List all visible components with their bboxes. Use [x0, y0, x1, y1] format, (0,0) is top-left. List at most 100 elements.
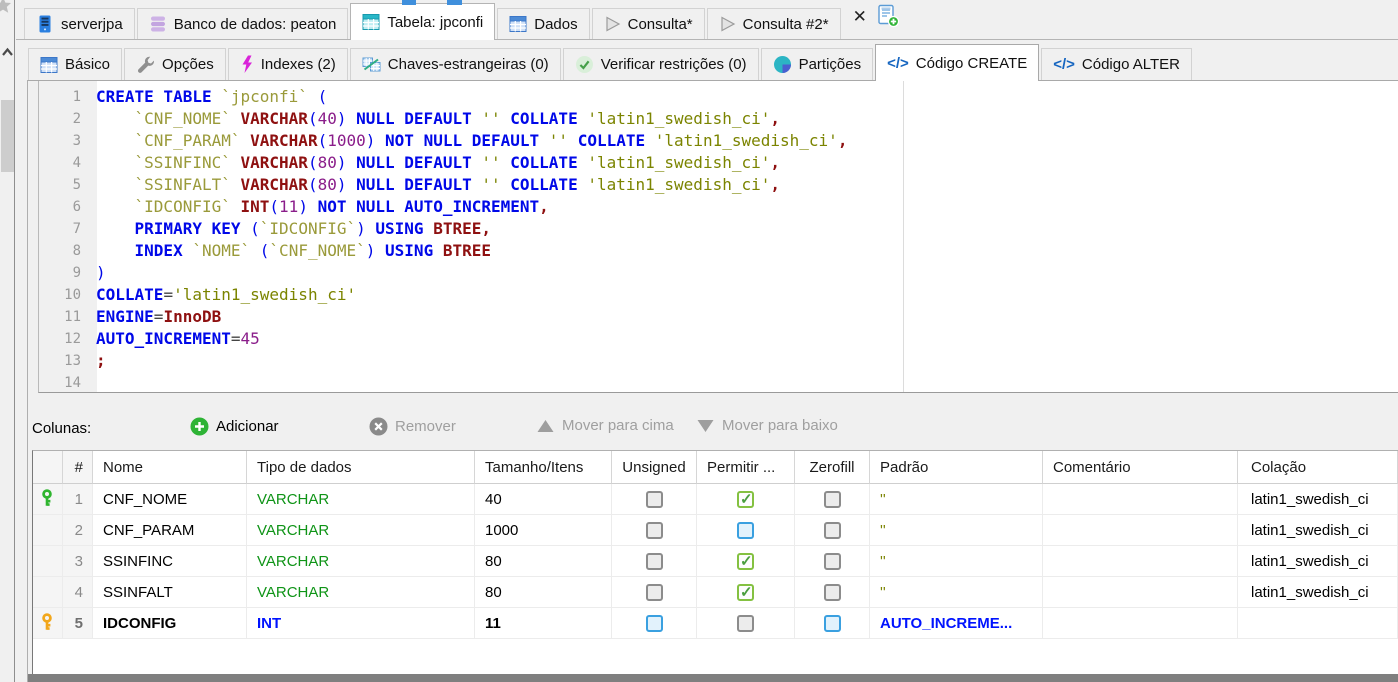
allow-null-checkbox[interactable] [737, 615, 754, 632]
grid-row-ssinfalt[interactable]: 4SSINFALTVARCHAR80''latin1_swedish_ci [33, 577, 1398, 608]
tab-banco-de-dados-peaton[interactable]: Banco de dados: peaton [137, 8, 349, 39]
column-header-[interactable]: # [63, 451, 93, 484]
tab-indexes-2[interactable]: Indexes (2) [228, 48, 348, 80]
column-name-cell[interactable]: CNF_PARAM [93, 515, 247, 546]
grid-row-cnf-nome[interactable]: 1CNF_NOMEVARCHAR40''latin1_swedish_ci [33, 484, 1398, 515]
new-query-tab-button[interactable] [876, 4, 900, 33]
column-header-tamanho-itens[interactable]: Tamanho/Itens [475, 451, 612, 484]
grid-row-idconfig[interactable]: 5IDCONFIGINT11AUTO_INCREME... [33, 608, 1398, 639]
mover-para-baixo-button[interactable]: Mover para baixo [696, 417, 838, 434]
column-header-padr-o[interactable]: Padrão [870, 451, 1043, 484]
scroll-up-arrow-icon[interactable] [1, 44, 14, 62]
grid-row-cnf-param[interactable]: 2CNF_PARAMVARCHAR1000''latin1_swedish_ci [33, 515, 1398, 546]
unsigned-checkbox[interactable] [646, 522, 663, 539]
code-line-8[interactable]: 8 INDEX `NOME` (`CNF_NOME`) USING BTREE [39, 240, 1398, 262]
column-name-cell[interactable]: SSINFALT [93, 577, 247, 608]
column-name-cell[interactable]: SSINFINC [93, 546, 247, 577]
tab-consulta[interactable]: Consulta* [592, 8, 705, 39]
code-line-7[interactable]: 7 PRIMARY KEY (`IDCONFIG`) USING BTREE, [39, 218, 1398, 240]
tab-verificar-restri-es-0[interactable]: Verificar restrições (0) [563, 48, 759, 80]
code-line-5[interactable]: 5 `SSINFALT` VARCHAR(80) NULL DEFAULT ''… [39, 174, 1398, 196]
zerofill-checkbox[interactable] [824, 584, 841, 601]
datatype-cell[interactable]: VARCHAR [247, 577, 475, 608]
default-cell[interactable]: '' [870, 577, 1043, 608]
code-line-2[interactable]: 2 `CNF_NOME` VARCHAR(40) NULL DEFAULT ''… [39, 108, 1398, 130]
column-name-cell[interactable]: IDCONFIG [93, 608, 247, 639]
code-line-6[interactable]: 6 `IDCONFIG` INT(11) NOT NULL AUTO_INCRE… [39, 196, 1398, 218]
allow-null-checkbox[interactable] [737, 491, 754, 508]
code-line-10[interactable]: 10COLLATE='latin1_swedish_ci' [39, 284, 1398, 306]
code-line-3[interactable]: 3 `CNF_PARAM` VARCHAR(1000) NOT NULL DEF… [39, 130, 1398, 152]
tab-tabela-jpconfi[interactable]: Tabela: jpconfi [350, 3, 495, 40]
unsigned-checkbox[interactable] [646, 491, 663, 508]
tab-serverjpa[interactable]: serverjpa [24, 8, 135, 39]
tab-op-es[interactable]: Opções [124, 48, 226, 80]
comment-cell[interactable] [1043, 546, 1238, 577]
zerofill-checkbox[interactable] [824, 491, 841, 508]
default-cell[interactable]: '' [870, 484, 1043, 515]
column-header-permitir[interactable]: Permitir ... [697, 451, 795, 484]
unsigned-checkbox[interactable] [646, 584, 663, 601]
tab-dados[interactable]: Dados [497, 8, 589, 39]
column-header-icon[interactable] [33, 451, 63, 484]
tab-chaves-estrangeiras-0[interactable]: Chaves-estrangeiras (0) [350, 48, 561, 80]
default-cell[interactable]: AUTO_INCREME... [870, 608, 1043, 639]
comment-cell[interactable] [1043, 484, 1238, 515]
unsigned-checkbox[interactable] [646, 553, 663, 570]
column-header-unsigned[interactable]: Unsigned [612, 451, 697, 484]
sql-editor[interactable]: 1CREATE TABLE `jpconfi` (2 `CNF_NOME` VA… [38, 81, 1398, 393]
mover-para-cima-button[interactable]: Mover para cima [536, 417, 674, 434]
collation-cell[interactable]: latin1_swedish_ci [1238, 484, 1398, 515]
adicionar-button[interactable]: Adicionar [190, 417, 279, 436]
zerofill-checkbox[interactable] [824, 615, 841, 632]
zerofill-checkbox[interactable] [824, 553, 841, 570]
size-cell[interactable]: 80 [475, 546, 612, 577]
close-tab-button[interactable]: ✕ [841, 7, 876, 33]
code-line-4[interactable]: 4 `SSINFINC` VARCHAR(80) NULL DEFAULT ''… [39, 152, 1398, 174]
code-line-1[interactable]: 1CREATE TABLE `jpconfi` ( [39, 86, 1398, 108]
zerofill-checkbox[interactable] [824, 522, 841, 539]
tab-c-digo-alter[interactable]: </>Código ALTER [1041, 48, 1192, 80]
size-cell[interactable]: 1000 [475, 515, 612, 546]
collation-cell[interactable]: latin1_swedish_ci [1238, 515, 1398, 546]
datatype-cell[interactable]: VARCHAR [247, 484, 475, 515]
comment-cell[interactable] [1043, 515, 1238, 546]
tab-parti-es[interactable]: Partições [761, 48, 874, 80]
column-name-cell[interactable]: CNF_NOME [93, 484, 247, 515]
tree-panel-scrollbar[interactable] [0, 0, 15, 682]
datatype-cell[interactable]: INT [247, 608, 475, 639]
unsigned-checkbox[interactable] [646, 615, 663, 632]
collation-cell[interactable]: latin1_swedish_ci [1238, 546, 1398, 577]
allow-null-checkbox[interactable] [737, 522, 754, 539]
column-header-zerofill[interactable]: Zerofill [795, 451, 870, 484]
size-cell[interactable]: 40 [475, 484, 612, 515]
collation-cell[interactable] [1238, 608, 1398, 639]
code-line-11[interactable]: 11ENGINE=InnoDB [39, 306, 1398, 328]
comment-cell[interactable] [1043, 577, 1238, 608]
size-cell[interactable]: 80 [475, 577, 612, 608]
tab-c-digo-create[interactable]: </>Código CREATE [875, 44, 1039, 81]
tab-consulta-2[interactable]: Consulta #2* [707, 8, 841, 39]
datatype-cell[interactable]: VARCHAR [247, 546, 475, 577]
bottom-splitter[interactable] [28, 674, 1398, 682]
default-cell[interactable]: '' [870, 546, 1043, 577]
code-line-12[interactable]: 12AUTO_INCREMENT=45 [39, 328, 1398, 350]
column-header-tipo-de-dados[interactable]: Tipo de dados [247, 451, 475, 484]
code-line-13[interactable]: 13; [39, 350, 1398, 372]
column-header-cola-o[interactable]: Colação [1238, 451, 1398, 484]
size-cell[interactable]: 11 [475, 608, 612, 639]
collation-cell[interactable]: latin1_swedish_ci [1238, 577, 1398, 608]
datatype-cell[interactable]: VARCHAR [247, 515, 475, 546]
code-line-9[interactable]: 9) [39, 262, 1398, 284]
scrollbar-thumb[interactable] [1, 100, 14, 172]
grid-row-ssinfinc[interactable]: 3SSINFINCVARCHAR80''latin1_swedish_ci [33, 546, 1398, 577]
allow-null-checkbox[interactable] [737, 553, 754, 570]
column-header-nome[interactable]: Nome [93, 451, 247, 484]
columns-grid[interactable]: #NomeTipo de dadosTamanho/ItensUnsignedP… [32, 450, 1398, 674]
code-line-14[interactable]: 14 [39, 372, 1398, 393]
column-header-coment-rio[interactable]: Comentário [1043, 451, 1238, 484]
remover-button[interactable]: Remover [369, 417, 456, 436]
default-cell[interactable]: '' [870, 515, 1043, 546]
tab-b-sico[interactable]: Básico [28, 48, 122, 80]
allow-null-checkbox[interactable] [737, 584, 754, 601]
